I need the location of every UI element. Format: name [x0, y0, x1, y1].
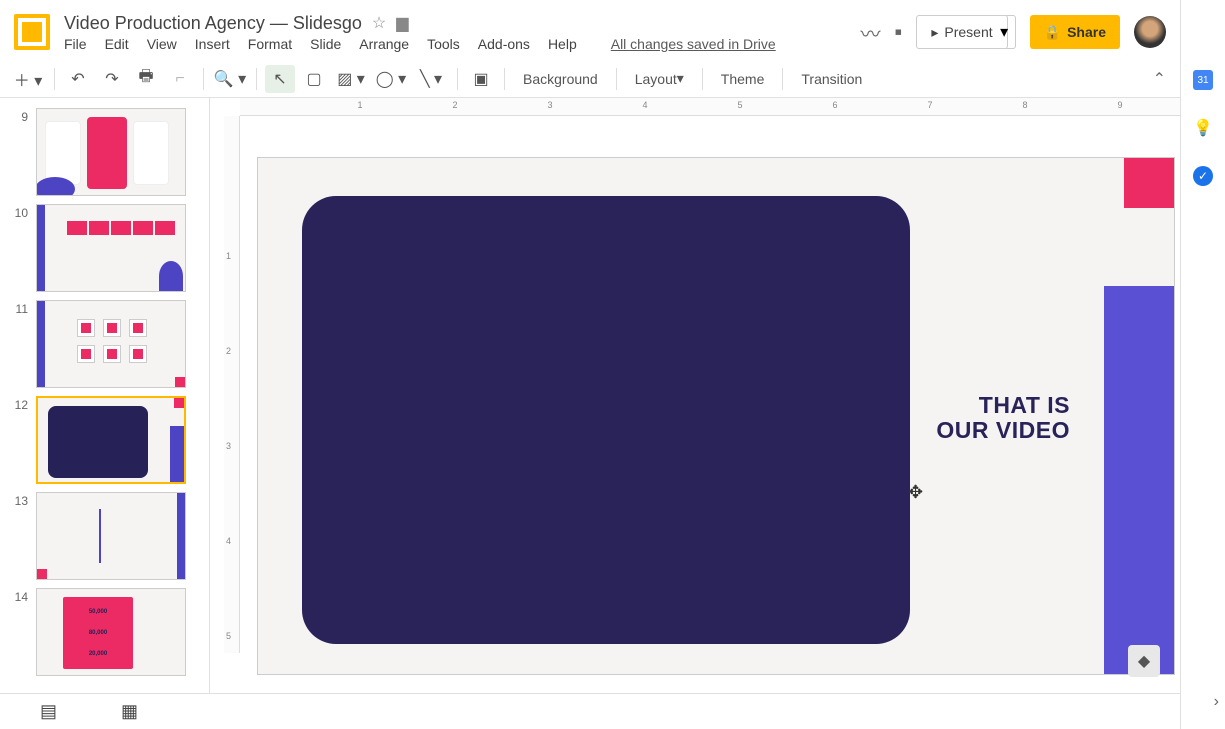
present-label: Present [944, 24, 992, 40]
menu-file[interactable]: File [64, 36, 87, 52]
lock-icon: 🔒 [1044, 24, 1061, 41]
side-panel-chevron-icon[interactable]: › [1214, 693, 1219, 711]
title-text-box[interactable]: THAT IS OUR VIDEO [936, 393, 1070, 444]
move-cursor-icon: ✥ [908, 482, 923, 503]
star-icon[interactable]: ☆ [372, 13, 386, 33]
transition-button[interactable]: Transition [791, 65, 872, 93]
comment-button[interactable]: ▣ [466, 65, 496, 93]
share-label: Share [1067, 24, 1106, 40]
select-tool[interactable]: ↖ [265, 65, 295, 93]
menu-edit[interactable]: Edit [105, 36, 129, 52]
slide-thumb-12[interactable]: 12 [0, 392, 209, 488]
bottom-bar: ▤ ▦ [0, 693, 1180, 729]
menu-bar: File Edit View Insert Format Slide Arran… [64, 36, 861, 52]
canvas-area[interactable]: 12 34 56 78 9 12 34 5 THAT IS OUR VIDEO … [210, 98, 1180, 693]
calendar-addon-icon[interactable]: 31 [1193, 70, 1213, 90]
tasks-addon-icon[interactable]: ✓ [1193, 166, 1213, 186]
side-panel: 31 💡 ✓ › [1180, 0, 1225, 729]
menu-addons[interactable]: Add-ons [478, 36, 530, 52]
grid-view-icon[interactable]: ▦ [121, 701, 138, 722]
video-placeholder-shape[interactable] [302, 196, 910, 644]
account-avatar[interactable] [1134, 16, 1166, 48]
slide-thumb-13[interactable]: 13 [0, 488, 209, 584]
line-tool[interactable]: ╲ ▾ [413, 65, 449, 93]
zoom-button[interactable]: 🔍 ▾ [212, 65, 248, 93]
theme-button[interactable]: Theme [711, 65, 775, 93]
menu-format[interactable]: Format [248, 36, 292, 52]
layout-button[interactable]: Layout▾ [625, 65, 694, 93]
menu-help[interactable]: Help [548, 36, 577, 52]
menu-tools[interactable]: Tools [427, 36, 460, 52]
pink-corner-shape[interactable] [1124, 158, 1174, 208]
slides-logo[interactable] [14, 14, 50, 50]
slide-number: 12 [10, 396, 28, 484]
present-dropdown[interactable]: ▾ [994, 15, 1016, 49]
purple-side-bar-shape[interactable] [1104, 286, 1174, 674]
keep-addon-icon[interactable]: 💡 [1193, 118, 1213, 138]
collapse-toolbar-icon[interactable]: ⌃ [1153, 69, 1166, 89]
slide-number: 14 [10, 588, 28, 676]
document-title[interactable]: Video Production Agency — Slidesgo [64, 13, 362, 34]
folder-icon[interactable]: ▆ [396, 13, 408, 33]
share-button[interactable]: 🔒 Share [1030, 15, 1120, 49]
save-status[interactable]: All changes saved in Drive [611, 36, 776, 52]
background-button[interactable]: Background [513, 65, 608, 93]
menu-slide[interactable]: Slide [310, 36, 341, 52]
menu-insert[interactable]: Insert [195, 36, 230, 52]
header-bar: Video Production Agency — Slidesgo ☆ ▆ F… [0, 0, 1180, 60]
slide-number: 13 [10, 492, 28, 580]
new-slide-button[interactable]: ＋ ▾ [10, 65, 46, 93]
title-line-2: OUR VIDEO [936, 418, 1070, 443]
explore-button[interactable]: ◆ [1128, 645, 1160, 677]
comments-icon[interactable]: ▪ [895, 19, 903, 45]
slide-thumbnail-panel[interactable]: 9 10 11 12 13 14 50,00080,00020,000 [0, 98, 210, 693]
toolbar: ＋ ▾ ↶ ↷ 🖶 ⌐ 🔍 ▾ ↖ ▢ ▨ ▾ ◯ ▾ ╲ ▾ ▣ Backgr… [0, 60, 1180, 98]
activity-icon[interactable]: 〰 [861, 18, 881, 47]
print-button[interactable]: 🖶 [131, 65, 161, 93]
slide-number: 10 [10, 204, 28, 292]
horizontal-ruler[interactable]: 12 34 56 78 9 [240, 98, 1180, 116]
menu-arrange[interactable]: Arrange [359, 36, 409, 52]
slide-canvas[interactable]: THAT IS OUR VIDEO ✥ [258, 158, 1174, 674]
shape-tool[interactable]: ◯ ▾ [373, 65, 409, 93]
menu-view[interactable]: View [147, 36, 177, 52]
redo-button[interactable]: ↷ [97, 65, 127, 93]
play-icon: ▸ [931, 24, 938, 41]
vertical-ruler[interactable]: 12 34 5 [224, 116, 240, 653]
title-line-1: THAT IS [936, 393, 1070, 418]
slide-thumb-11[interactable]: 11 [0, 296, 209, 392]
slide-thumb-9[interactable]: 9 [0, 104, 209, 200]
slide-thumb-14[interactable]: 14 50,00080,00020,000 [0, 584, 209, 680]
undo-button[interactable]: ↶ [63, 65, 93, 93]
slide-thumb-10[interactable]: 10 [0, 200, 209, 296]
textbox-tool[interactable]: ▢ [299, 65, 329, 93]
paint-format-button[interactable]: ⌐ [165, 65, 195, 93]
slide-number: 9 [10, 108, 28, 196]
slide-number: 11 [10, 300, 28, 388]
image-tool[interactable]: ▨ ▾ [333, 65, 369, 93]
filmstrip-view-icon[interactable]: ▤ [40, 701, 57, 722]
